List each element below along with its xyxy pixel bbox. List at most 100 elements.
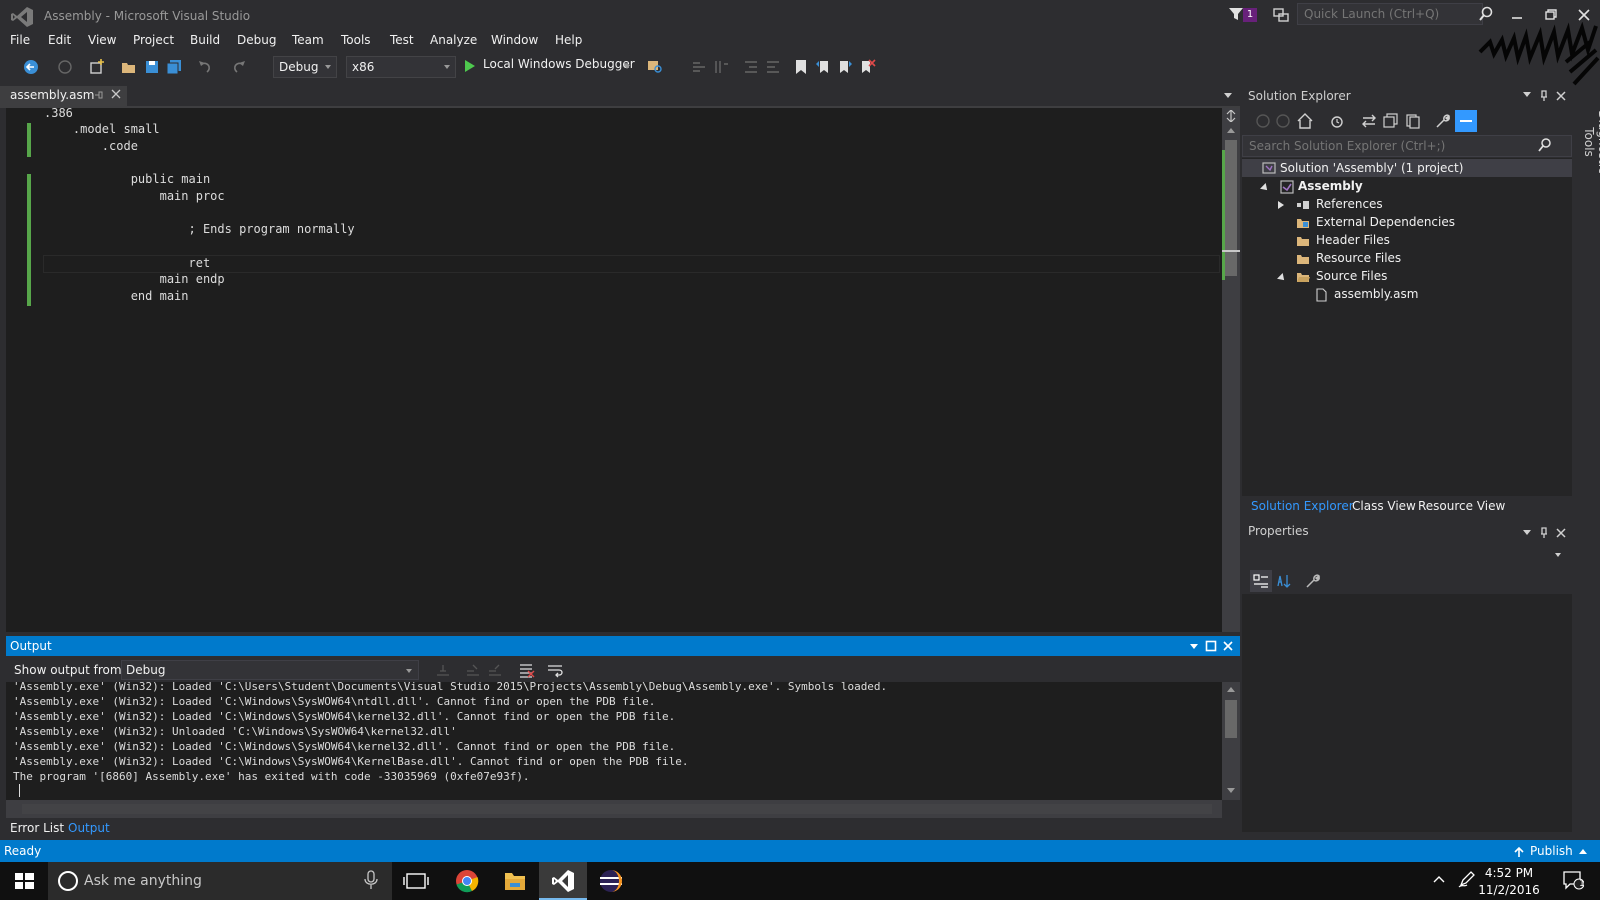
find-in-files-icon[interactable] [646,58,664,76]
menu-view[interactable]: View [88,33,116,47]
search-icon[interactable] [1478,6,1494,22]
navigate-forward-icon[interactable] [56,58,74,76]
output-hscroll-thumb[interactable] [22,804,1212,814]
tree-item-header-files[interactable]: Header Files [1316,231,1390,249]
code-line[interactable]: .code [44,139,138,153]
windows-start-icon[interactable] [0,862,48,900]
properties-object-selector[interactable] [1242,544,1572,566]
new-project-icon[interactable] [88,58,106,76]
undo-icon[interactable] [196,58,214,76]
menu-edit[interactable]: Edit [48,33,71,47]
tree-item-solution[interactable]: Solution 'Assembly' (1 project) [1280,159,1463,177]
clock-date[interactable]: 11/2/2016 [1464,883,1554,897]
menu-file[interactable]: File [10,33,30,47]
code-line[interactable]: ret [44,256,210,270]
panel-dropdown-icon[interactable] [1523,530,1531,535]
comment-icon[interactable] [712,58,730,76]
indent-icon[interactable] [742,58,760,76]
next-bookmark-icon[interactable] [836,58,854,76]
scroll-down-arrow[interactable] [1227,788,1235,793]
menu-help[interactable]: Help [555,33,582,47]
menu-analyze[interactable]: Analyze [430,33,477,47]
step-icon[interactable] [690,58,708,76]
code-line[interactable]: public main [44,172,210,186]
show-all-files-icon[interactable] [1404,112,1422,130]
tab-solution-explorer[interactable]: Solution Explorer [1251,499,1354,513]
tree-item-source-files[interactable]: Source Files [1316,267,1387,285]
output-scroll-thumb[interactable] [1225,700,1237,738]
editor-scroll-thumb[interactable] [1225,140,1237,276]
code-line[interactable]: .model small [44,122,160,136]
tab-overflow-dropdown[interactable] [1224,93,1232,98]
notification-badge[interactable]: 1 [1243,8,1257,22]
eclipse-icon[interactable] [587,862,635,900]
platform-select[interactable]: x86 [346,56,456,78]
file-explorer-icon[interactable] [491,862,539,900]
open-file-icon[interactable] [120,58,138,76]
home-icon[interactable] [1296,112,1314,130]
clear-all-icon[interactable] [517,661,535,679]
properties-wrench-icon[interactable] [1434,112,1452,130]
search-icon[interactable] [1538,138,1552,152]
clear-bookmarks-icon[interactable] [858,58,876,76]
chevron-up-icon[interactable] [1579,849,1587,854]
solution-explorer-search-input[interactable] [1242,135,1572,157]
split-editor-icon[interactable] [1225,110,1237,122]
chrome-icon[interactable] [443,862,491,900]
code-line[interactable]: .386 [44,106,73,120]
collapse-all-icon[interactable] [1382,112,1400,130]
task-view-icon[interactable] [392,862,440,900]
scroll-up-arrow[interactable] [1227,128,1235,133]
menu-debug[interactable]: Debug [237,33,276,47]
start-debugger-button[interactable]: Local Windows Debugger [483,57,635,71]
publish-arrow-icon[interactable] [1513,846,1525,858]
clock-time[interactable]: 4:52 PM [1464,866,1554,880]
collapsed-arrow-icon[interactable] [1278,201,1284,209]
property-pages-wrench-icon[interactable] [1304,572,1322,590]
microphone-icon[interactable] [364,870,378,890]
publish-button[interactable]: Publish [1530,844,1573,858]
tree-item-assembly-asm[interactable]: assembly.asm [1334,285,1418,303]
tab-class-view[interactable]: Class View [1352,499,1416,513]
menu-tools[interactable]: Tools [341,33,371,47]
tab-output[interactable]: Output [68,821,110,835]
code-line[interactable]: main endp [44,272,225,286]
close-panel-icon[interactable] [1222,640,1234,652]
forward-icon[interactable] [1274,112,1292,130]
pin-panel-icon[interactable] [1538,527,1550,539]
panel-dropdown-icon[interactable] [1523,92,1531,97]
tree-item-project[interactable]: Assembly [1298,177,1363,195]
panel-dropdown-icon[interactable] [1190,644,1198,649]
tab-error-list[interactable]: Error List [10,821,64,835]
feedback-icon[interactable] [1272,6,1290,24]
tree-item-references[interactable]: References [1316,195,1383,213]
pending-changes-icon[interactable] [1328,112,1346,130]
tree-item-external-dependencies[interactable]: External Dependencies [1316,213,1455,231]
save-all-icon[interactable] [165,58,183,76]
next-message-icon[interactable] [486,661,504,679]
notification-flag-icon[interactable] [1228,6,1244,22]
quick-launch-input[interactable] [1297,3,1483,25]
menu-window[interactable]: Window [491,33,538,47]
back-icon[interactable] [1254,112,1272,130]
output-source-select[interactable]: Debug [121,660,419,680]
pin-tab-icon[interactable] [94,90,104,100]
sync-icon[interactable] [1360,112,1378,130]
debugger-dropdown-arrow[interactable] [624,65,630,69]
code-line[interactable]: ; Ends program normally [44,222,354,236]
previous-bookmark-icon[interactable] [814,58,832,76]
close-panel-icon[interactable] [1555,90,1567,102]
code-line[interactable]: main proc [44,189,225,203]
close-tab-icon[interactable] [111,89,121,99]
save-icon[interactable] [143,58,161,76]
bookmark-icon[interactable] [792,58,810,76]
previous-message-icon[interactable] [464,661,482,679]
alphabetical-icon[interactable] [1275,572,1293,590]
word-wrap-icon[interactable] [546,661,564,679]
maximize-panel-icon[interactable] [1205,640,1217,652]
navigate-back-icon[interactable] [22,58,40,76]
redo-icon[interactable] [230,58,248,76]
close-panel-icon[interactable] [1555,527,1567,539]
chevron-down-icon[interactable] [1555,553,1561,557]
menu-team[interactable]: Team [292,33,324,47]
